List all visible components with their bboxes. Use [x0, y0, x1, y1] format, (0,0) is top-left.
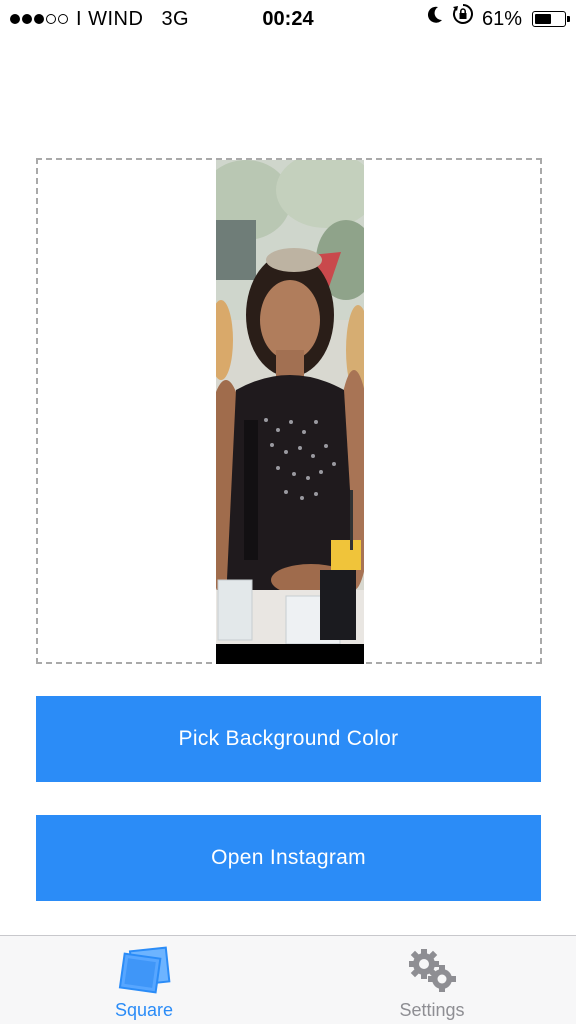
- do-not-disturb-icon: [426, 0, 444, 38]
- selected-photo: [216, 160, 364, 664]
- tab-settings-label: Settings: [399, 1000, 465, 1020]
- tab-bar: Square Settings: [0, 935, 576, 1024]
- square-photo-frame[interactable]: [36, 158, 542, 664]
- tab-settings[interactable]: Settings: [288, 936, 576, 1025]
- gears-icon: [400, 946, 464, 994]
- battery-percentage: 61%: [481, 8, 522, 30]
- rotation-lock-icon: [452, 0, 474, 38]
- photos-icon: [112, 946, 176, 994]
- status-right: 61%: [426, 0, 570, 38]
- pick-background-color-button[interactable]: Pick Background Color: [36, 696, 541, 782]
- tab-square[interactable]: Square: [0, 936, 288, 1025]
- open-instagram-button[interactable]: Open Instagram: [36, 815, 541, 901]
- status-bar: I WIND 3G 00:24 61%: [0, 0, 576, 38]
- battery-icon: [532, 11, 570, 27]
- tab-square-label: Square: [114, 1000, 174, 1020]
